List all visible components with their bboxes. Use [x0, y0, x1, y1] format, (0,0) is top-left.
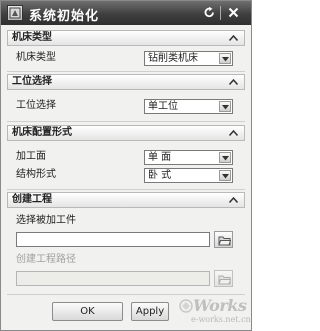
section-header-project[interactable]: 创建工程 — [7, 192, 245, 208]
chevron-down-icon[interactable] — [219, 152, 231, 163]
project-path-label: 创建工程路径 — [16, 254, 76, 265]
divider — [7, 121, 245, 122]
system-init-dialog: 系统初始化 机床类型 机床类型 钻削类机床 工位选择 工位选择 单工位 机床配置… — [0, 0, 252, 331]
section-title: 创建工程 — [12, 194, 52, 205]
station-value: 单工位 — [148, 101, 178, 112]
section-title: 机床类型 — [12, 32, 52, 43]
title-separator — [220, 6, 221, 20]
dialog-title: 系统初始化 — [29, 9, 100, 24]
structure-value: 卧 式 — [148, 170, 172, 181]
section-title: 工位选择 — [12, 76, 52, 87]
select-part-label: 选择被加工件 — [16, 215, 76, 226]
machine-type-select[interactable]: 钻削类机床 — [144, 51, 233, 66]
machining-face-select[interactable]: 单 面 — [144, 150, 233, 165]
divider — [7, 71, 245, 72]
select-part-field[interactable] — [16, 232, 210, 247]
section-header-config[interactable]: 机床配置形式 — [7, 125, 245, 141]
browse-part-button[interactable] — [214, 231, 233, 248]
browse-path-button — [214, 270, 233, 287]
folder-open-icon — [218, 236, 231, 246]
chevron-up-icon — [229, 130, 238, 136]
structure-label: 结构形式 — [16, 169, 56, 180]
chevron-down-icon[interactable] — [219, 170, 231, 181]
section-title: 机床配置形式 — [12, 127, 72, 138]
station-label: 工位选择 — [16, 100, 56, 111]
machining-face-label: 加工面 — [16, 151, 46, 162]
section-header-machine-type[interactable]: 机床类型 — [7, 30, 245, 46]
divider — [7, 189, 245, 190]
folder-open-icon — [218, 275, 231, 285]
watermark-url: e-works.net.cn — [191, 315, 251, 324]
machine-type-label: 机床类型 — [16, 52, 56, 63]
divider — [7, 294, 245, 295]
machine-type-value: 钻削类机床 — [148, 53, 198, 64]
chevron-down-icon[interactable] — [219, 101, 231, 112]
app-icon — [7, 5, 23, 21]
section-header-station[interactable]: 工位选择 — [7, 74, 245, 90]
close-icon[interactable] — [225, 4, 242, 21]
structure-select[interactable]: 卧 式 — [144, 168, 233, 183]
chevron-up-icon — [229, 197, 238, 203]
ok-button[interactable]: OK — [52, 302, 123, 321]
chevron-up-icon — [229, 35, 238, 41]
watermark: Works e-works.net.cn — [179, 296, 251, 328]
chevron-down-icon[interactable] — [219, 53, 231, 64]
apply-button[interactable]: Apply — [131, 302, 169, 321]
watermark-logo: Works — [193, 296, 247, 315]
station-select[interactable]: 单工位 — [144, 99, 233, 114]
title-bar[interactable]: 系统初始化 — [1, 1, 251, 25]
project-path-field — [16, 271, 210, 286]
chevron-up-icon — [229, 79, 238, 85]
watermark-logo-icon — [179, 299, 193, 313]
machining-face-value: 单 面 — [148, 152, 172, 163]
reset-icon[interactable] — [201, 4, 218, 21]
